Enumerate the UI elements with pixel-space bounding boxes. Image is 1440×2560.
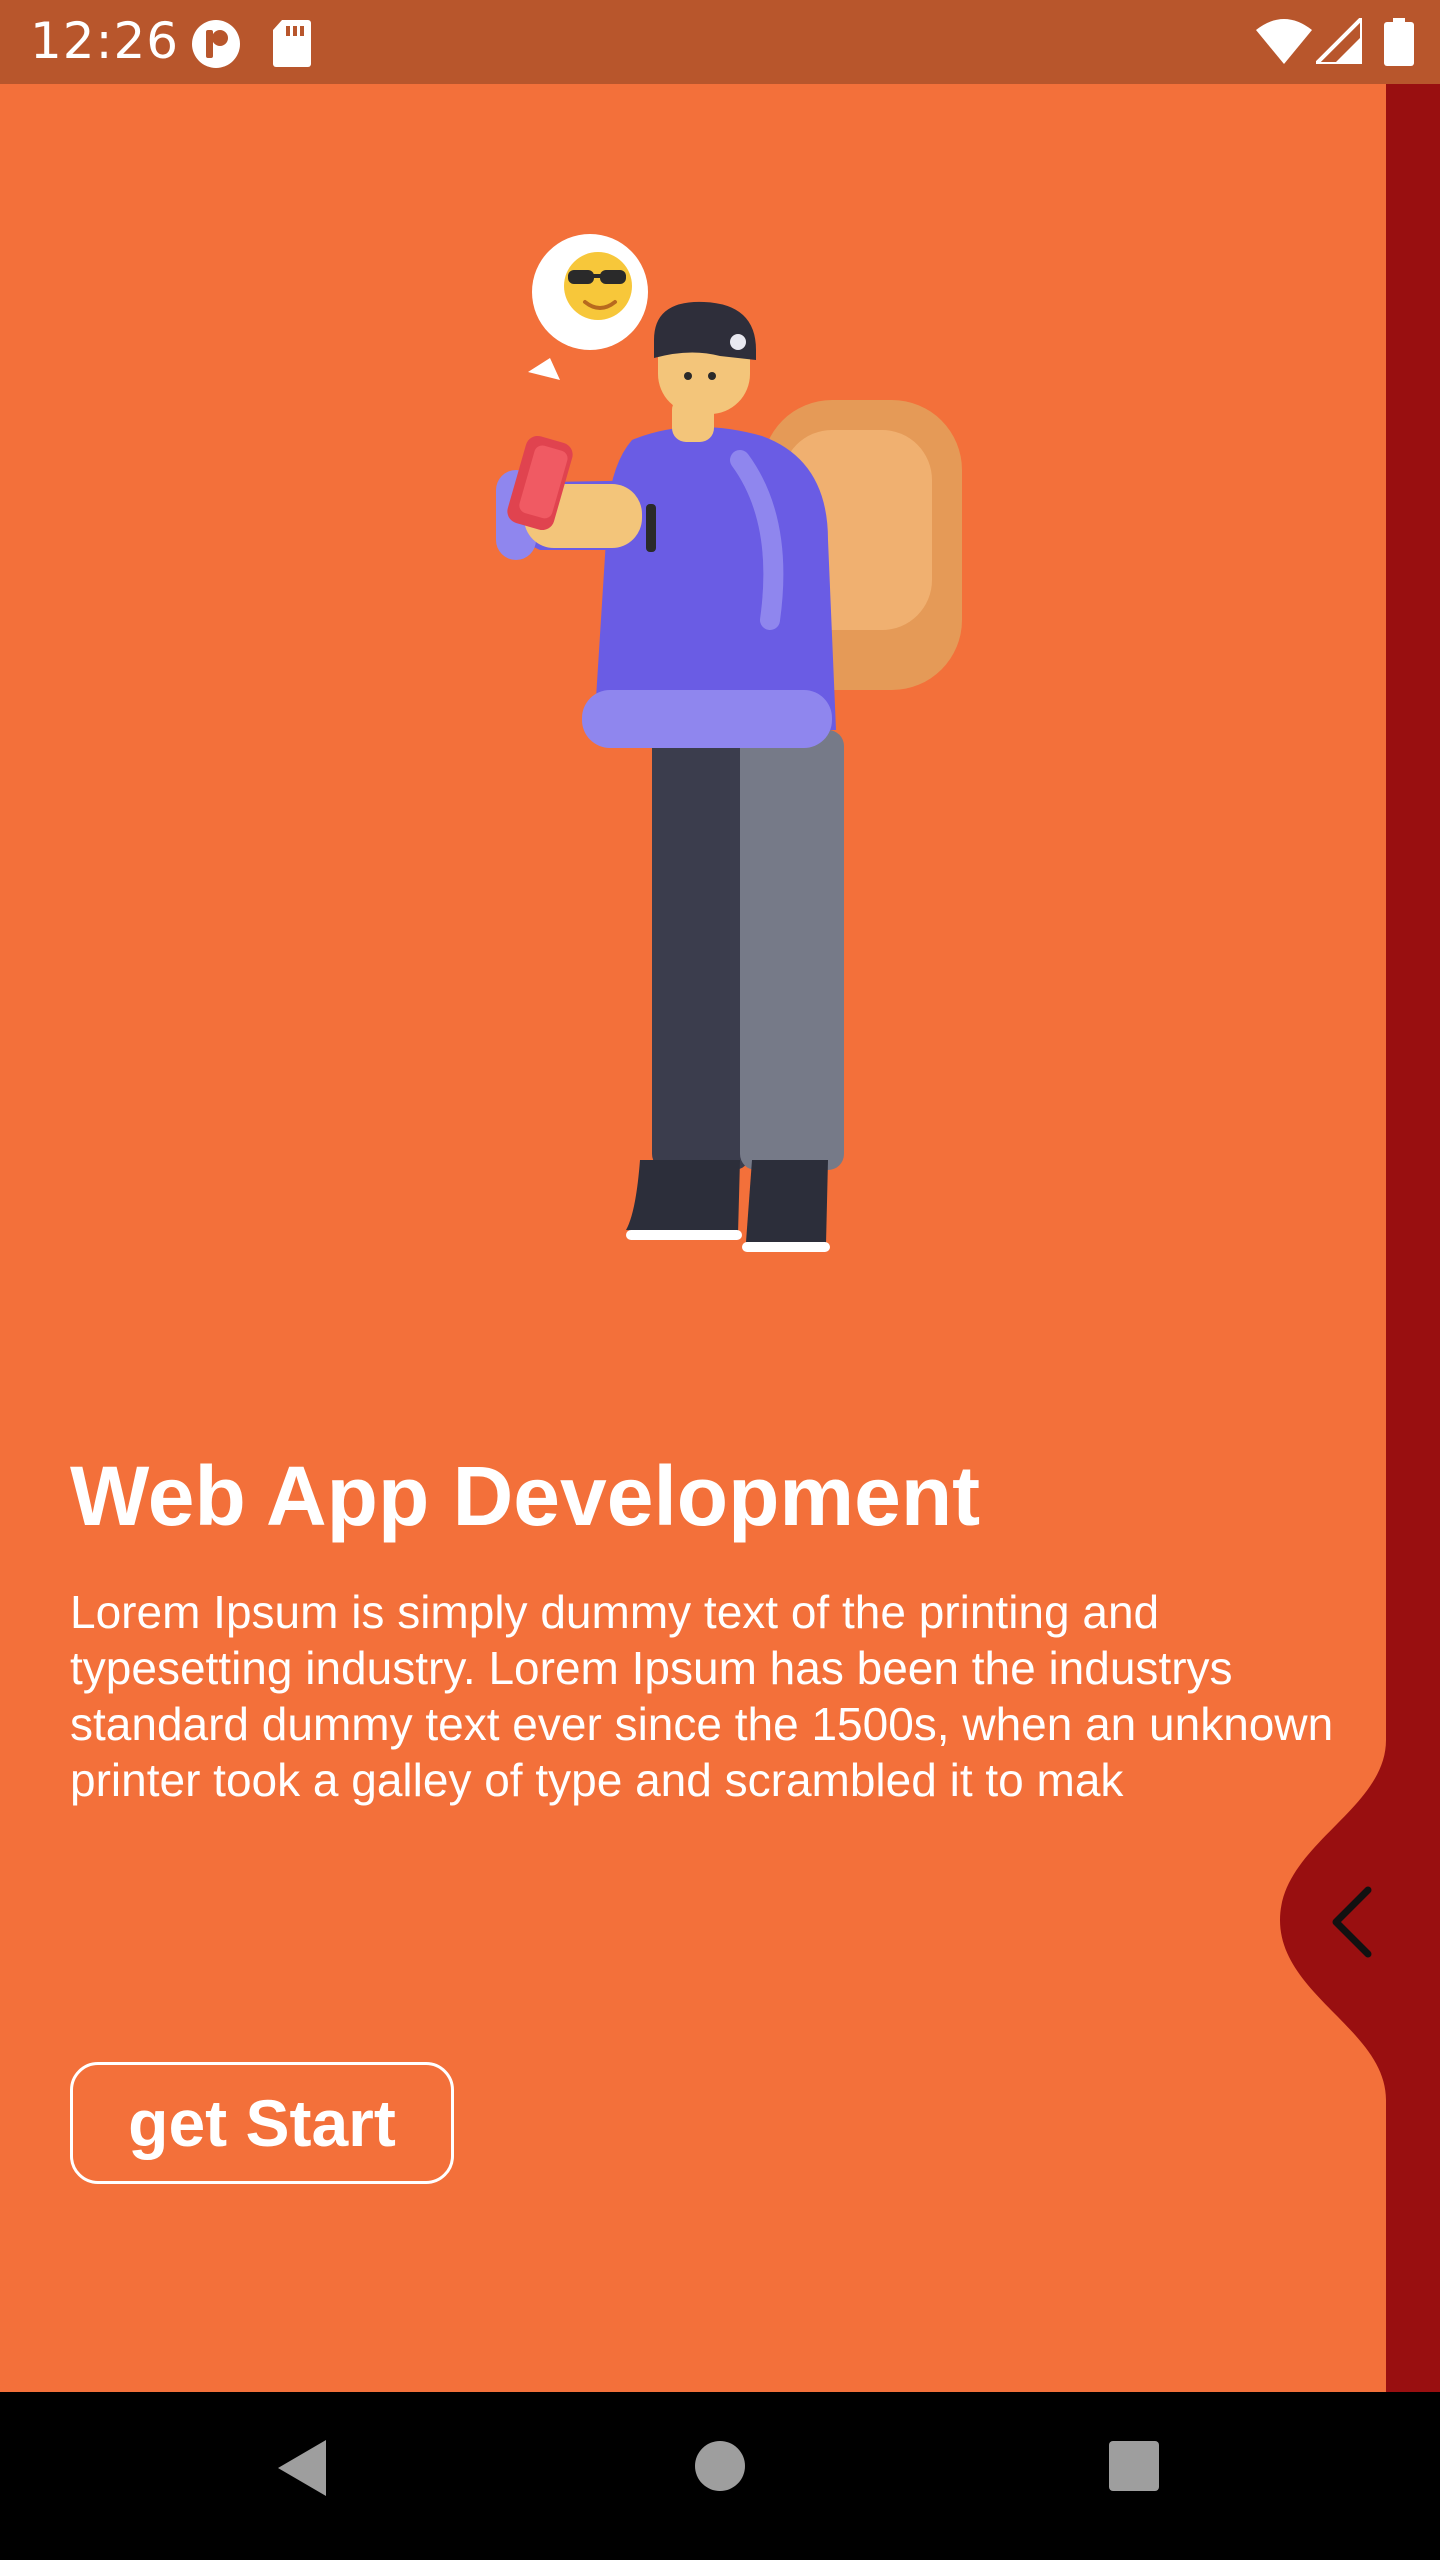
signal-icon — [1316, 18, 1362, 64]
home-circle-icon[interactable] — [694, 2440, 746, 2492]
wifi-icon — [1256, 19, 1312, 64]
person-with-backpack-illustration — [496, 234, 962, 1252]
battery-icon — [1384, 18, 1414, 66]
recents-square-icon[interactable] — [1108, 2440, 1160, 2492]
navigation-bar — [0, 2392, 1440, 2560]
back-triangle-icon[interactable] — [276, 2438, 328, 2498]
status-time: 12:26 — [30, 12, 180, 70]
status-bar: 12:26 — [0, 0, 1440, 84]
app-notification-icon — [192, 20, 240, 68]
page-description: Lorem Ipsum is simply dummy text of the … — [70, 1586, 1334, 1806]
page-title: Web App Development — [70, 1449, 981, 1543]
get-start-button[interactable]: get Start — [70, 2062, 454, 2184]
sd-card-icon — [273, 20, 311, 67]
